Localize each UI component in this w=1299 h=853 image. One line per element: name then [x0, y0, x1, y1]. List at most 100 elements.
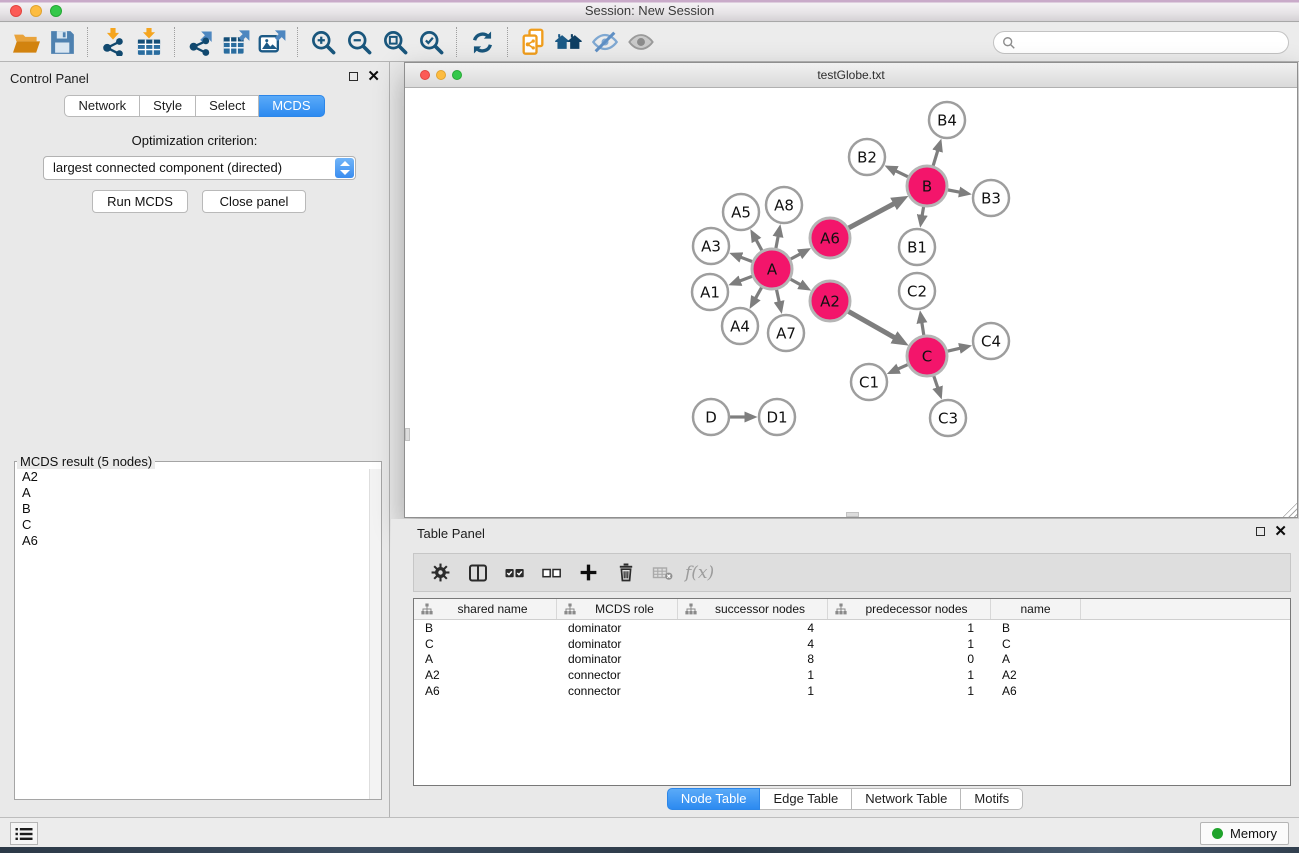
result-item[interactable]: A6: [15, 533, 381, 549]
table-cell[interactable]: C: [991, 637, 1081, 651]
table-cell[interactable]: C: [414, 637, 557, 651]
node-C[interactable]: C: [907, 336, 947, 376]
table-row[interactable]: Bdominator41B: [414, 620, 1290, 636]
close-table-panel-icon[interactable]: ✕: [1274, 526, 1287, 537]
table-cell[interactable]: 4: [678, 637, 828, 651]
table-cell[interactable]: B: [414, 621, 557, 635]
delete-table-icon[interactable]: [646, 558, 679, 588]
search-input[interactable]: [1016, 35, 1280, 51]
first-neighbors-icon[interactable]: [551, 25, 587, 59]
close-window-button[interactable]: [10, 5, 22, 17]
canvas-splitter-handle[interactable]: [405, 428, 410, 441]
column-header-successor-nodes[interactable]: successor nodes: [678, 599, 828, 619]
table-cell[interactable]: 0: [828, 652, 991, 666]
edge-C-C3[interactable]: [934, 376, 938, 389]
table-options-icon[interactable]: [424, 558, 457, 588]
node-D1[interactable]: D1: [759, 399, 795, 435]
node-A8[interactable]: A8: [766, 187, 802, 223]
tab-network-table[interactable]: Network Table: [852, 788, 961, 810]
edge-A-A6[interactable]: [791, 254, 801, 260]
table-body[interactable]: Bdominator41BCdominator41CAdominator80AA…: [414, 620, 1290, 698]
search-box[interactable]: [993, 31, 1289, 54]
node-B3[interactable]: B3: [973, 180, 1009, 216]
tab-style[interactable]: Style: [140, 95, 196, 117]
result-item[interactable]: A2: [15, 469, 381, 485]
edge-B-B3[interactable]: [948, 190, 961, 192]
table-row[interactable]: Cdominator41C: [414, 636, 1290, 652]
column-header-name[interactable]: name: [991, 599, 1081, 619]
tab-mcds[interactable]: MCDS: [259, 95, 324, 117]
import-network-icon[interactable]: [95, 25, 131, 59]
function-builder-icon[interactable]: f(x): [683, 563, 714, 583]
edge-A-A2[interactable]: [790, 279, 801, 285]
tab-network[interactable]: Network: [64, 95, 140, 117]
node-A3[interactable]: A3: [693, 228, 729, 264]
node-C1[interactable]: C1: [851, 364, 887, 400]
column-manager-icon[interactable]: [461, 558, 494, 588]
net-zoom-button[interactable]: [452, 70, 462, 80]
network-canvas[interactable]: B4B2B3A5A8A3B1A1C2A4A7C4C1C3DD1BA6AA2C: [405, 88, 1297, 517]
edge-A-A4[interactable]: [755, 287, 762, 299]
net-minimize-button[interactable]: [436, 70, 446, 80]
result-item[interactable]: A: [15, 485, 381, 501]
table-row[interactable]: Adominator80A: [414, 651, 1290, 667]
table-cell[interactable]: A6: [414, 684, 557, 698]
node-A5[interactable]: A5: [723, 194, 759, 230]
table-row[interactable]: A6connector11A6: [414, 683, 1290, 699]
export-image-icon[interactable]: [254, 25, 290, 59]
task-history-button[interactable]: [10, 822, 38, 845]
minimize-window-button[interactable]: [30, 5, 42, 17]
zoom-selected-icon[interactable]: [413, 25, 449, 59]
refresh-icon[interactable]: [464, 25, 500, 59]
table-cell[interactable]: 1: [678, 684, 828, 698]
hide-selected-icon[interactable]: [587, 25, 623, 59]
canvas-splitter-handle[interactable]: [846, 512, 859, 517]
node-B2[interactable]: B2: [849, 139, 885, 175]
table-cell[interactable]: 4: [678, 621, 828, 635]
export-network-icon[interactable]: [182, 25, 218, 59]
edge-B-B2[interactable]: [895, 170, 908, 176]
delete-column-icon[interactable]: [609, 558, 642, 588]
mcds-result-list[interactable]: A2ABCA6: [15, 469, 381, 799]
edge-B-B1[interactable]: [922, 207, 924, 217]
tab-select[interactable]: Select: [196, 95, 259, 117]
edge-A6-B[interactable]: [849, 203, 896, 228]
table-cell[interactable]: dominator: [557, 652, 678, 666]
run-mcds-button[interactable]: Run MCDS: [92, 190, 188, 213]
table-cell[interactable]: A6: [991, 684, 1081, 698]
table-cell[interactable]: 1: [828, 637, 991, 651]
table-cell[interactable]: 8: [678, 652, 828, 666]
result-scrollbar[interactable]: [369, 469, 381, 799]
node-B[interactable]: B: [907, 166, 947, 206]
table-cell[interactable]: dominator: [557, 621, 678, 635]
node-A2[interactable]: A2: [810, 281, 850, 321]
table-cell[interactable]: connector: [557, 684, 678, 698]
table-cell[interactable]: A2: [414, 668, 557, 682]
table-cell[interactable]: A2: [991, 668, 1081, 682]
edge-B-B4[interactable]: [933, 150, 938, 166]
edge-A-A7[interactable]: [776, 290, 779, 303]
tab-motifs[interactable]: Motifs: [961, 788, 1023, 810]
result-item[interactable]: C: [15, 517, 381, 533]
float-table-panel-icon[interactable]: [1256, 527, 1265, 536]
edge-C-C2[interactable]: [922, 322, 924, 336]
float-panel-icon[interactable]: [349, 72, 358, 81]
zoom-fit-icon[interactable]: [377, 25, 413, 59]
memory-button[interactable]: Memory: [1200, 822, 1289, 845]
table-header[interactable]: shared nameMCDS rolesuccessor nodesprede…: [414, 599, 1290, 620]
edge-A-A3[interactable]: [740, 257, 752, 262]
edge-A-A1[interactable]: [739, 276, 752, 281]
net-close-button[interactable]: [420, 70, 430, 80]
table-row[interactable]: A2connector11A2: [414, 667, 1290, 683]
table-cell[interactable]: B: [991, 621, 1081, 635]
edge-C-C4[interactable]: [947, 348, 960, 351]
network-window-titlebar[interactable]: testGlobe.txt: [405, 63, 1297, 88]
import-table-icon[interactable]: [131, 25, 167, 59]
node-A[interactable]: A: [752, 249, 792, 289]
close-panel-icon[interactable]: ✕: [367, 71, 380, 82]
node-C2[interactable]: C2: [899, 273, 935, 309]
select-all-icon[interactable]: [498, 558, 531, 588]
node-A6[interactable]: A6: [810, 218, 850, 258]
column-header-shared-name[interactable]: shared name: [414, 599, 557, 619]
zoom-window-button[interactable]: [50, 5, 62, 17]
